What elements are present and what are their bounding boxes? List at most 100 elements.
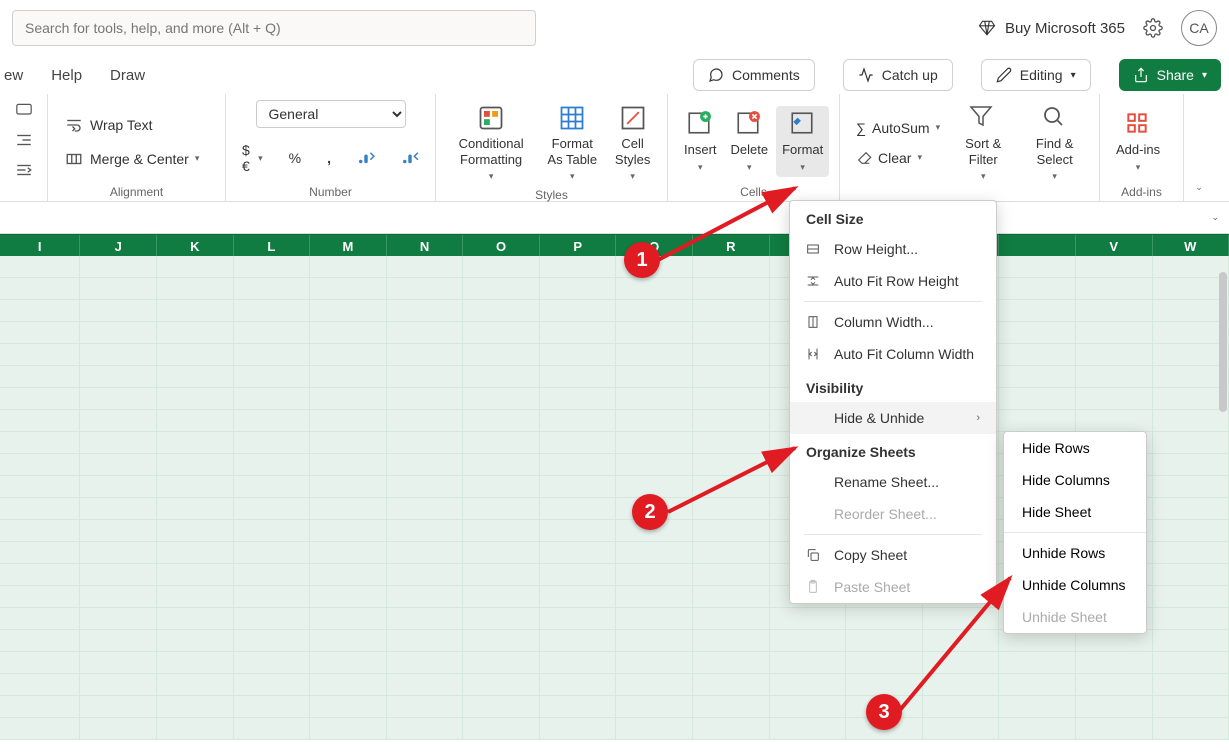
cell[interactable]: [310, 564, 387, 586]
wrap-text-button[interactable]: Wrap Text: [58, 111, 159, 139]
cell[interactable]: [234, 586, 311, 608]
cell[interactable]: [1153, 432, 1229, 454]
cell[interactable]: [540, 718, 617, 740]
cell[interactable]: [310, 630, 387, 652]
cell[interactable]: [616, 652, 693, 674]
cell[interactable]: [1153, 256, 1229, 278]
column-header[interactable]: [999, 235, 1076, 257]
cell[interactable]: [693, 608, 770, 630]
cell[interactable]: [157, 608, 234, 630]
cell[interactable]: [80, 432, 157, 454]
cell[interactable]: [80, 322, 157, 344]
buy-microsoft-365-link[interactable]: Buy Microsoft 365: [977, 18, 1125, 38]
column-header[interactable]: O: [463, 235, 540, 257]
cell[interactable]: [540, 498, 617, 520]
cell[interactable]: [540, 300, 617, 322]
cell[interactable]: [80, 608, 157, 630]
cell[interactable]: [234, 322, 311, 344]
cell[interactable]: [1076, 674, 1153, 696]
cell[interactable]: [80, 696, 157, 718]
cell[interactable]: [463, 322, 540, 344]
addins-button[interactable]: Add-ins▾: [1110, 106, 1166, 176]
cell[interactable]: [387, 300, 464, 322]
submenu-hide-rows[interactable]: Hide Rows: [1004, 432, 1146, 464]
cell[interactable]: [616, 300, 693, 322]
cell[interactable]: [234, 366, 311, 388]
cell[interactable]: [234, 454, 311, 476]
cell[interactable]: [387, 366, 464, 388]
account-avatar[interactable]: CA: [1181, 10, 1217, 46]
cell[interactable]: [80, 454, 157, 476]
cell[interactable]: [463, 542, 540, 564]
cell[interactable]: [1153, 366, 1229, 388]
cell[interactable]: [310, 498, 387, 520]
cell[interactable]: [80, 300, 157, 322]
cell[interactable]: [616, 586, 693, 608]
cell[interactable]: [234, 630, 311, 652]
cell[interactable]: [693, 300, 770, 322]
cell[interactable]: [157, 278, 234, 300]
cell[interactable]: [616, 696, 693, 718]
column-header[interactable]: I: [0, 235, 80, 257]
cell[interactable]: [387, 564, 464, 586]
cell[interactable]: [234, 476, 311, 498]
cell[interactable]: [0, 630, 80, 652]
column-header[interactable]: K: [157, 235, 234, 257]
cell[interactable]: [1153, 410, 1229, 432]
cell[interactable]: [157, 388, 234, 410]
cell[interactable]: [157, 652, 234, 674]
cell[interactable]: [999, 322, 1076, 344]
cell[interactable]: [157, 256, 234, 278]
cell[interactable]: [770, 652, 847, 674]
cell[interactable]: [463, 410, 540, 432]
cell[interactable]: [1076, 278, 1153, 300]
cell[interactable]: [310, 256, 387, 278]
cell[interactable]: [80, 586, 157, 608]
cell[interactable]: [463, 586, 540, 608]
cell[interactable]: [310, 388, 387, 410]
column-header[interactable]: P: [540, 235, 617, 257]
cell[interactable]: [80, 542, 157, 564]
cell[interactable]: [616, 322, 693, 344]
cell[interactable]: [157, 300, 234, 322]
cell[interactable]: [616, 630, 693, 652]
cell[interactable]: [463, 432, 540, 454]
cell[interactable]: [80, 674, 157, 696]
cell[interactable]: [387, 718, 464, 740]
cell[interactable]: [616, 278, 693, 300]
cell[interactable]: [693, 322, 770, 344]
cell[interactable]: [387, 344, 464, 366]
menu-item-hide-unhide[interactable]: Hide & Unhide ›: [790, 402, 996, 434]
cell[interactable]: [234, 718, 311, 740]
cell[interactable]: [616, 344, 693, 366]
column-header[interactable]: N: [387, 235, 464, 257]
cell[interactable]: [463, 718, 540, 740]
orientation-icon[interactable]: [14, 100, 34, 120]
cell[interactable]: [234, 542, 311, 564]
merge-center-button[interactable]: Merge & Center ▾: [58, 145, 205, 173]
conditional-formatting-button[interactable]: Conditional Formatting▾: [446, 100, 536, 186]
cell[interactable]: [1153, 388, 1229, 410]
cell[interactable]: [693, 674, 770, 696]
cell[interactable]: [999, 718, 1076, 740]
cell[interactable]: [693, 718, 770, 740]
cell[interactable]: [463, 388, 540, 410]
cell[interactable]: [770, 608, 847, 630]
cell[interactable]: [0, 696, 80, 718]
cell[interactable]: [310, 410, 387, 432]
cell[interactable]: [387, 674, 464, 696]
cell-styles-button[interactable]: Cell Styles▾: [608, 100, 657, 186]
cell[interactable]: [157, 586, 234, 608]
cell[interactable]: [693, 278, 770, 300]
cell[interactable]: [0, 256, 80, 278]
cell[interactable]: [0, 366, 80, 388]
cell[interactable]: [80, 652, 157, 674]
cell[interactable]: [1153, 344, 1229, 366]
format-cells-button[interactable]: Format▾: [776, 106, 829, 176]
cell[interactable]: [1153, 674, 1229, 696]
cell[interactable]: [310, 674, 387, 696]
cell[interactable]: [999, 344, 1076, 366]
cell[interactable]: [616, 388, 693, 410]
format-as-table-button[interactable]: Format As Table▾: [538, 100, 606, 186]
column-header[interactable]: V: [1076, 235, 1153, 257]
